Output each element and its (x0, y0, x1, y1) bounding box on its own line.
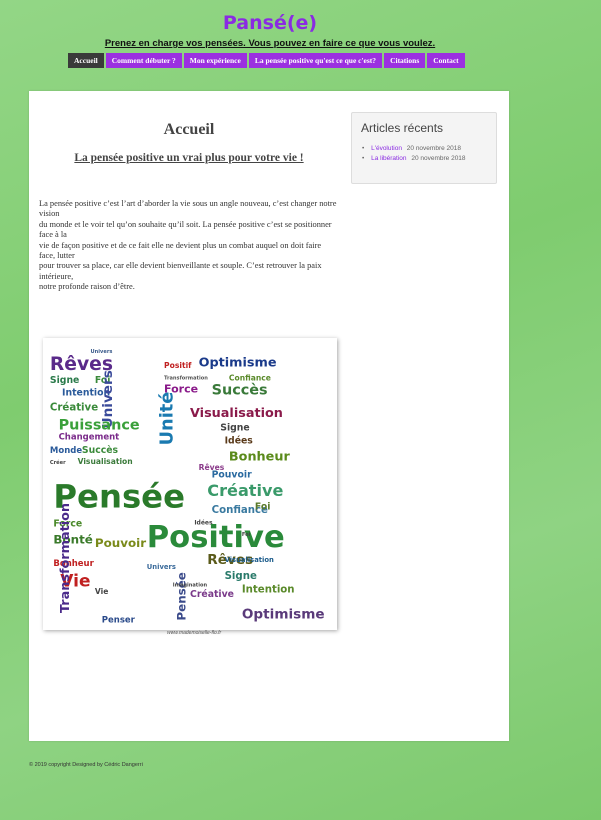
word-cloud-word: Visualisation (190, 406, 283, 421)
word-cloud-word: Bonheur (229, 449, 291, 464)
nav-item-citations[interactable]: Citations (384, 53, 426, 68)
site-title[interactable]: Pansé(e) (0, 12, 540, 34)
article-date: 20 novembre 2018 (406, 145, 461, 152)
word-cloud-word: Positif (164, 361, 192, 370)
word-cloud-word: Penser (102, 615, 136, 625)
paragraph-line: du monde et le voir tel qu’on souhaite q… (39, 219, 332, 240)
recent-articles-list: L'évolution 20 novembre 2018 La libérati… (362, 144, 466, 164)
word-cloud-word: Pouvoir (95, 536, 146, 550)
word-cloud-word: Puissance (59, 417, 140, 433)
nav-item-contact[interactable]: Contact (427, 53, 465, 68)
word-cloud-graphic: Rêves Univers Optimisme Signe Foi Positif Tran… (50, 349, 325, 625)
widget-title: Articles récents (361, 121, 444, 135)
word-cloud-word: Univers (147, 563, 176, 571)
paragraph-line: pour trouver sa place, car elle devient … (39, 261, 322, 281)
list-item: La libération 20 novembre 2018 (362, 154, 466, 164)
word-cloud-word: Optimisme (242, 607, 325, 623)
word-cloud-word: Transformation (164, 375, 208, 381)
word-cloud-word: Idées (225, 435, 254, 446)
paragraph-line: vie de façon positive et de ce fait elle… (39, 240, 322, 261)
word-cloud-image: Rêves Univers Optimisme Signe Foi Positif Tran… (43, 338, 337, 630)
list-item: L'évolution 20 novembre 2018 (362, 144, 466, 154)
word-cloud-word: Unité (157, 392, 178, 446)
word-cloud-word: Pensée (175, 572, 189, 620)
word-cloud-word: Visualisation (225, 556, 274, 564)
article-link[interactable]: La libération (371, 155, 406, 162)
footer-copyright: © 2019 copyright Designed by Cédric Dang… (29, 762, 143, 768)
word-cloud-word: Signe (50, 375, 79, 386)
word-cloud-word: Signe (225, 571, 257, 582)
paragraph-line: notre profonde raison d’être. (39, 282, 135, 292)
word-cloud-word: Créative (190, 589, 234, 600)
word-cloud-word: Positive (147, 520, 285, 555)
word-cloud-word: Succès (82, 445, 119, 456)
word-cloud-word: Visualisation (78, 457, 133, 466)
nav-item-mon-experience[interactable]: Mon expérience (183, 53, 247, 68)
paragraph-line: La pensée positive c’est l’art d’aborder… (39, 199, 337, 219)
word-cloud-word: Changement (59, 433, 120, 443)
word-cloud-word: Rêves (199, 463, 225, 472)
word-cloud-word: Foi (242, 532, 251, 538)
article-date: 20 novembre 2018 (411, 155, 466, 162)
page-title: Accueil (163, 121, 215, 138)
word-cloud-word: Intention (242, 584, 295, 595)
article-link[interactable]: L'évolution (371, 145, 402, 152)
nav-item-comment-debuter[interactable]: Comment débuter ? (105, 53, 182, 68)
site-tagline: Prenez en charge vos pensées. Vous pouve… (104, 38, 436, 49)
recent-articles-widget: Articles récents L'évolution 20 novembre… (351, 112, 497, 184)
word-cloud-word: Imagination (173, 583, 208, 589)
word-cloud-word: Succès (212, 383, 268, 399)
word-cloud-word: Créative (207, 481, 283, 500)
nav-item-pensee-positive[interactable]: La pensée positive qu'est ce que c'est? (248, 53, 383, 68)
word-cloud-word: Confiance (229, 373, 271, 382)
nav-item-accueil[interactable]: Accueil (68, 53, 104, 68)
word-cloud-word: Signe (220, 422, 249, 433)
word-cloud-word: Univers (91, 349, 113, 355)
word-cloud-word: Optimisme (199, 355, 277, 370)
page-subtitle: La pensée positive un vrai plus pour vot… (74, 152, 304, 164)
intro-text: La pensée positive c’est l’art d’aborder… (39, 199, 339, 293)
image-credit: www.mademoiselle-flo.fr (167, 630, 222, 636)
word-cloud-word: Pensée (53, 478, 185, 516)
word-cloud-word: Créer (50, 459, 66, 466)
word-cloud-word: Créative (50, 402, 98, 414)
word-cloud-word: Transformation (58, 503, 73, 613)
word-cloud-word: Vie (95, 587, 109, 596)
word-cloud-word: Foi (255, 501, 271, 512)
content-panel: Accueil La pensée positive un vrai plus … (29, 91, 509, 741)
main-nav: Accueil Comment débuter ? Mon expérience… (68, 53, 465, 68)
word-cloud-word: Monde (50, 446, 82, 456)
